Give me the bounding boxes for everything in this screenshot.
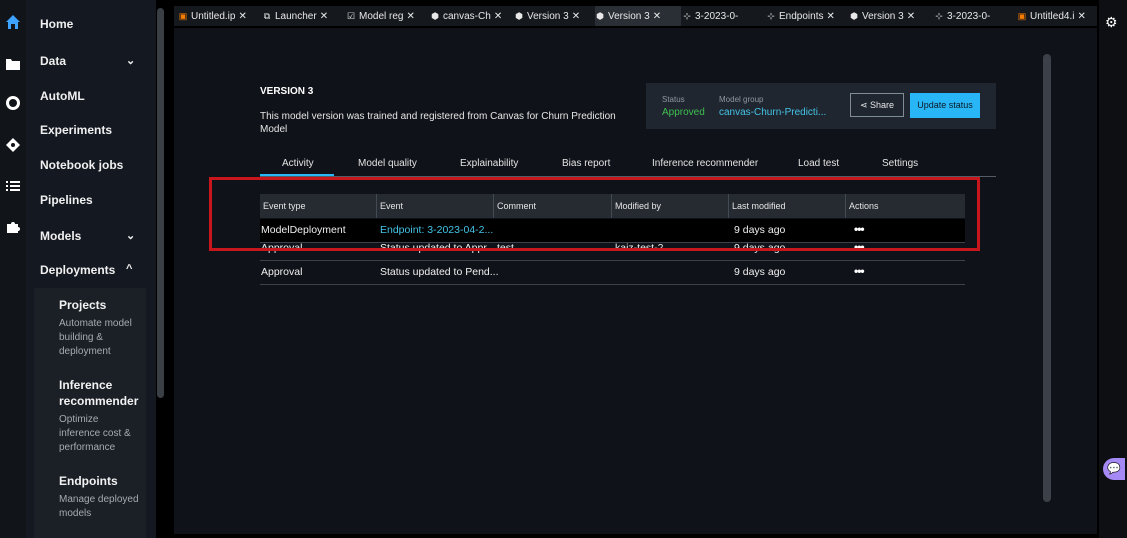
tab-load-test[interactable]: Load test xyxy=(798,158,839,169)
close-icon[interactable]: ✕ xyxy=(406,11,414,22)
submenu-desc: models xyxy=(59,508,92,519)
close-icon[interactable]: ✕ xyxy=(238,11,246,22)
tab-canvas-churn[interactable]: ⬢ canvas-Ch ✕ xyxy=(430,6,510,26)
close-icon[interactable]: ✕ xyxy=(1077,11,1085,22)
circle-icon[interactable] xyxy=(4,96,22,114)
table-row: Approval Status updated to Pend... 9 day… xyxy=(260,261,965,285)
submenu-desc: Optimize xyxy=(59,414,99,425)
submenu-desc: Automate model xyxy=(59,318,132,329)
gear-icon[interactable]: ⚙ xyxy=(1105,14,1118,31)
chevron-down-icon: ⌄ xyxy=(126,230,136,242)
version-description: This model version was trained and regis… xyxy=(260,111,616,135)
sidebar-item-home[interactable]: Home xyxy=(40,17,73,31)
home-icon[interactable] xyxy=(4,14,22,32)
model-group-label: Model group xyxy=(719,95,764,104)
cell-event-type: Approval xyxy=(261,266,303,278)
active-tab-indicator xyxy=(260,174,334,176)
tab-endpoints[interactable]: ⊹ Endpoints ✕ xyxy=(766,6,846,26)
chat-icon[interactable]: 💬 xyxy=(1103,458,1125,480)
tab-model-registry[interactable]: ☑ Model reg ✕ xyxy=(346,6,428,26)
submenu-desc: performance xyxy=(59,442,116,453)
package-icon: ⬢ xyxy=(596,11,604,21)
package-icon: ⬢ xyxy=(850,11,858,21)
launcher-icon: ⧉ xyxy=(263,11,271,21)
tab-explainability[interactable]: Explainability xyxy=(460,158,518,169)
submenu-item-projects[interactable]: Projects xyxy=(59,297,106,313)
tab-bar: ▣ Untitled.ip ✕ ⧉ Launcher ✕ ☑ Model reg ✕ ⬢ ca… xyxy=(174,6,1097,26)
diamond-icon[interactable] xyxy=(4,137,22,155)
close-icon[interactable]: ✕ xyxy=(320,11,328,22)
page-title: VERSION 3 xyxy=(260,86,314,97)
deployments-submenu: Projects Automate model building & deplo… xyxy=(34,288,146,538)
update-status-button[interactable]: Update status xyxy=(910,93,980,118)
sidebar-item-pipelines[interactable]: Pipelines xyxy=(40,193,93,207)
close-icon[interactable]: ✕ xyxy=(494,11,502,22)
puzzle-icon[interactable] xyxy=(4,220,22,238)
sidebar-item-notebook-jobs[interactable]: Notebook jobs xyxy=(40,158,123,172)
package-icon: ⬢ xyxy=(515,11,523,21)
close-icon[interactable]: ✕ xyxy=(653,11,661,22)
endpoint-icon: ⊹ xyxy=(935,11,943,21)
sidebar-scrollbar[interactable] xyxy=(157,8,164,398)
model-registry-icon: ☑ xyxy=(346,11,356,21)
tab-settings[interactable]: Settings xyxy=(882,158,918,169)
main-scrollbar[interactable] xyxy=(1043,54,1051,502)
model-group-link[interactable]: canvas-Churn-Predicti... xyxy=(719,107,826,118)
chevron-up-icon: ^ xyxy=(126,263,133,275)
close-icon[interactable]: ✕ xyxy=(907,11,915,22)
tab-inference-recommender[interactable]: Inference recommender xyxy=(652,158,758,169)
submenu-desc: building & xyxy=(59,332,103,343)
sidebar-item-models[interactable]: Models ⌄ xyxy=(40,229,135,243)
subtab-bar: Activity Model quality Explainability Bi… xyxy=(260,156,996,177)
sidebar-item-data[interactable]: Data ⌄ xyxy=(40,54,135,68)
share-icon: ⋖ xyxy=(859,100,868,110)
tab-endpoint-3-2023-b[interactable]: ⊹ 3-2023-0- xyxy=(934,6,1012,26)
folder-icon[interactable] xyxy=(4,56,22,74)
sidebar-item-deployments[interactable]: Deployments ^ xyxy=(40,263,132,277)
app-window: Home Data ⌄ AutoML Experiments Notebook j… xyxy=(0,0,1127,538)
tab-untitled4[interactable]: ▣ Untitled4.i ✕ xyxy=(1017,6,1095,26)
sidebar-item-automl[interactable]: AutoML xyxy=(40,89,85,103)
submenu-desc: deployment xyxy=(59,346,111,357)
notebook-icon: ▣ xyxy=(1017,11,1027,21)
tab-activity[interactable]: Activity xyxy=(282,158,314,169)
right-gutter: ⚙ 💬 xyxy=(1099,0,1127,538)
chevron-down-icon: ⌄ xyxy=(126,55,136,67)
cell-last-modified: 9 days ago xyxy=(734,266,786,278)
package-icon: ⬢ xyxy=(431,11,439,21)
close-icon[interactable]: ✕ xyxy=(826,11,834,22)
share-button[interactable]: ⋖ Share xyxy=(850,93,904,117)
submenu-item-endpoints[interactable]: Endpoints xyxy=(59,473,118,489)
row-actions-menu[interactable]: ••• xyxy=(854,261,865,284)
sidebar-item-experiments[interactable]: Experiments xyxy=(40,123,112,137)
tab-untitled-ipynb[interactable]: ▣ Untitled.ip ✕ xyxy=(178,6,258,26)
endpoint-icon: ⊹ xyxy=(683,11,691,21)
submenu-item-inference-recommender[interactable]: Inference recommender xyxy=(59,377,143,409)
tab-endpoint-3-2023[interactable]: ⊹ 3-2023-0- xyxy=(682,6,760,26)
tab-model-quality[interactable]: Model quality xyxy=(358,158,417,169)
tab-bias-report[interactable]: Bias report xyxy=(562,158,610,169)
close-icon[interactable]: ✕ xyxy=(572,11,580,22)
tab-launcher[interactable]: ⧉ Launcher ✕ xyxy=(262,6,344,26)
submenu-desc: inference cost & xyxy=(59,428,131,439)
status-label: Status xyxy=(662,95,685,104)
status-badge: Approved xyxy=(662,107,705,118)
highlight-annotation xyxy=(209,177,980,251)
tab-version-3[interactable]: ⬢ Version 3 ✕ xyxy=(514,6,596,26)
submenu-desc: Manage deployed xyxy=(59,494,139,505)
cell-event: Status updated to Pend... xyxy=(380,266,499,278)
main-panel: VERSION 3 This model version was trained… xyxy=(174,28,1097,534)
tab-version-3-active[interactable]: ⬢ Version 3 ✕ xyxy=(595,6,681,26)
tab-version-3-b[interactable]: ⬢ Version 3 ✕ xyxy=(849,6,931,26)
list-icon[interactable] xyxy=(4,178,22,196)
icon-rail xyxy=(0,0,26,538)
notebook-icon: ▣ xyxy=(178,11,188,21)
status-panel: Status Approved Model group canvas-Churn… xyxy=(646,83,996,129)
endpoint-icon: ⊹ xyxy=(767,11,775,21)
